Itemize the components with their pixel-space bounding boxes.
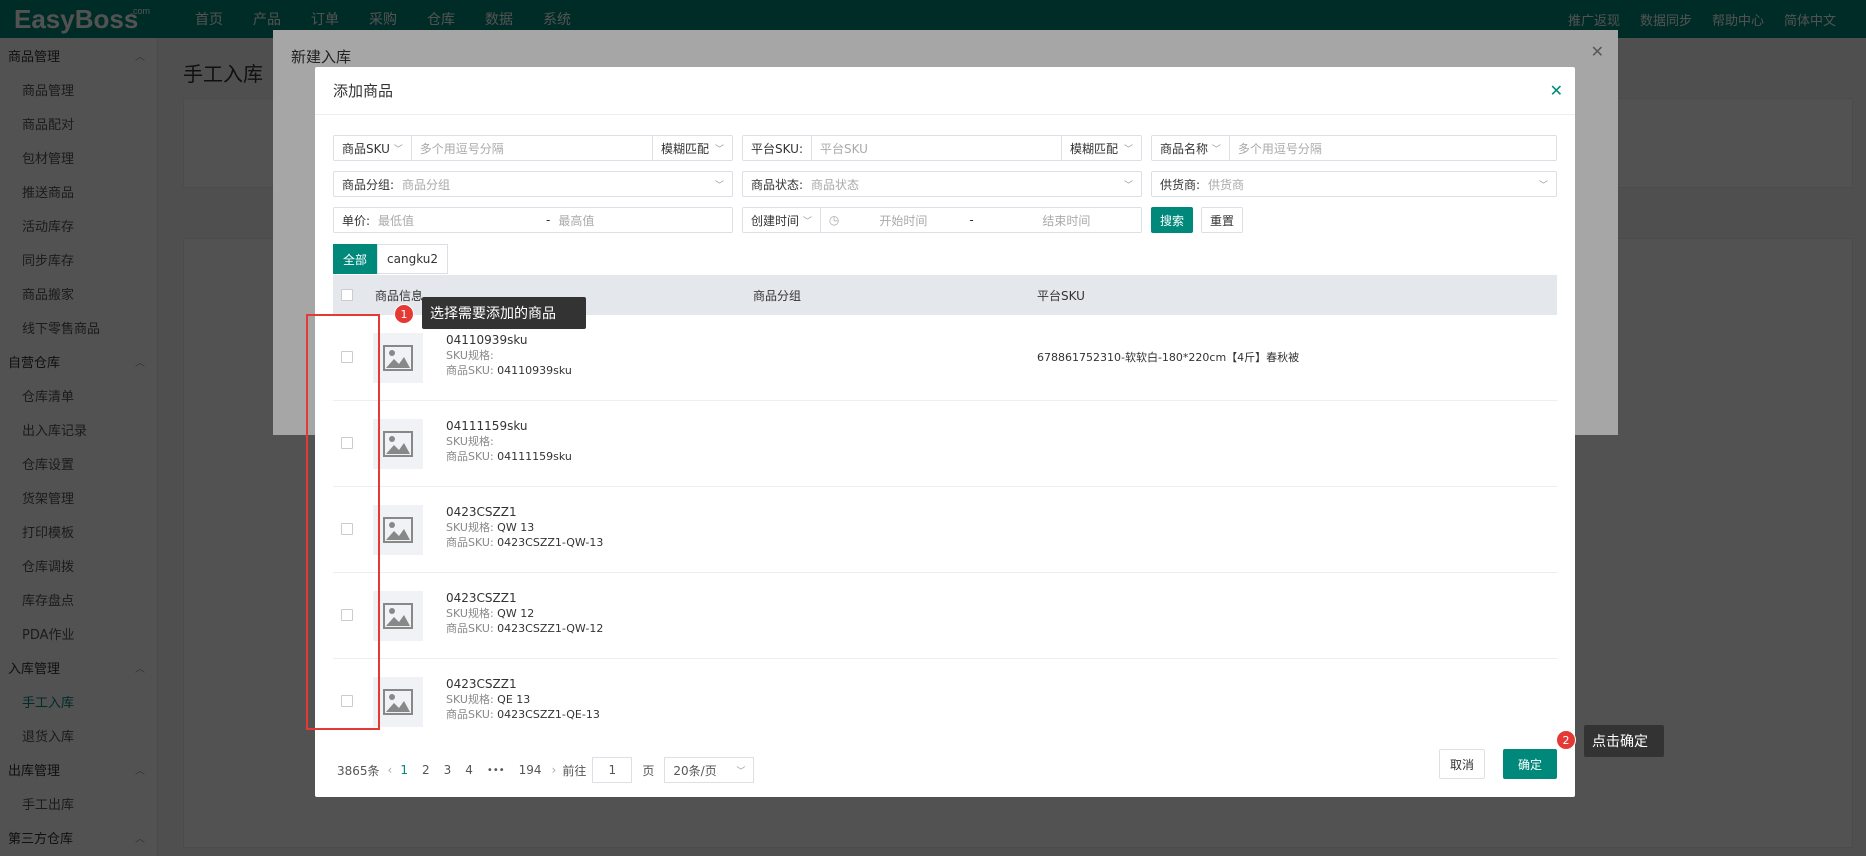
product-sku: 0423CSZZ1-QW-13: [497, 536, 604, 549]
page-number[interactable]: 2: [422, 763, 430, 777]
next-page-icon[interactable]: ›: [552, 763, 557, 777]
time-separator: -: [969, 213, 974, 227]
step-badge-1: 1: [394, 304, 414, 324]
sku-match-select[interactable]: 模糊匹配 ﹀: [651, 136, 732, 160]
tab-cangku2[interactable]: cangku2: [377, 244, 449, 274]
product-name: 0423CSZZ1: [446, 677, 517, 691]
product-info: 0423CSZZ1 SKU规格: QE 13 商品SKU: 0423CSZZ1-…: [446, 677, 600, 721]
page-number-last[interactable]: 194: [519, 763, 542, 777]
image-placeholder-icon: [373, 333, 423, 383]
page-number[interactable]: 3: [444, 763, 452, 777]
platform-sku-input[interactable]: 平台SKU: [812, 140, 1061, 157]
created-time-filter: 创建时间 ﹀ ◷ 开始时间 - 结束时间: [742, 207, 1142, 233]
product-name: 04111159sku: [446, 419, 528, 433]
platform-sku-label: 平台SKU:: [743, 136, 812, 160]
reset-button[interactable]: 重置: [1201, 207, 1243, 233]
price-separator: -: [546, 213, 551, 227]
table-body: 04110939sku SKU规格: 商品SKU: 04110939sku 67…: [315, 315, 1575, 727]
page-number[interactable]: 1: [400, 763, 408, 777]
product-name: 0423CSZZ1: [446, 591, 517, 605]
price-min-input[interactable]: 最低值: [378, 212, 538, 229]
column-product-group: 商品分组: [753, 288, 802, 303]
step-tooltip-1: 选择需要添加的商品: [422, 297, 586, 329]
goto-label: 前往: [562, 763, 587, 778]
chevron-down-icon: ﹀: [1123, 180, 1133, 191]
chevron-down-icon: ﹀: [1538, 180, 1548, 191]
cancel-button[interactable]: 取消: [1439, 749, 1485, 779]
product-group-filter[interactable]: 商品分组: 商品分组 ﹀: [333, 171, 733, 197]
dialog-footer: 3865条 ‹ 1 2 3 4 ••• 194 › 前往 1 页 20条/页 ﹀ …: [315, 735, 1575, 797]
supplier-placeholder: 供货商: [1208, 177, 1245, 192]
clock-icon: ◷: [828, 213, 840, 227]
platform-sku-value: 678861752310-软软白-180*220cm【4斤】春秋被: [1037, 351, 1300, 364]
chevron-down-icon: ﹀: [736, 766, 746, 777]
product-info: 04110939sku SKU规格: 商品SKU: 04110939sku: [446, 333, 572, 377]
page-unit-label: 页: [642, 763, 655, 778]
table-row[interactable]: 04111159sku SKU规格: 商品SKU: 04111159sku: [333, 401, 1557, 487]
image-placeholder-icon: [373, 505, 423, 555]
confirm-button[interactable]: 确定: [1503, 749, 1557, 779]
product-name-filter: 商品名称 ﹀ 多个用逗号分隔: [1151, 135, 1557, 161]
search-button[interactable]: 搜索: [1151, 207, 1193, 233]
sku-type-select[interactable]: 商品SKU ﹀: [334, 136, 412, 160]
select-all-checkbox[interactable]: [341, 289, 353, 301]
price-label: 单价:: [342, 213, 371, 228]
price-max-input[interactable]: 最高值: [558, 212, 732, 229]
warehouse-tabs: 全部 cangku2: [333, 244, 449, 274]
platform-sku-filter: 平台SKU: 平台SKU 模糊匹配 ﹀: [742, 135, 1142, 161]
product-name: 0423CSZZ1: [446, 505, 517, 519]
product-info: 0423CSZZ1 SKU规格: QW 13 商品SKU: 0423CSZZ1-…: [446, 505, 604, 549]
sku-input[interactable]: 多个用逗号分隔: [412, 140, 652, 157]
product-status-filter[interactable]: 商品状态: 商品状态 ﹀: [742, 171, 1142, 197]
dialog-title: 添加商品: [315, 67, 1575, 115]
goto-page-input[interactable]: 1: [592, 757, 633, 783]
product-name-input[interactable]: 多个用逗号分隔: [1230, 140, 1556, 157]
step-badge-2: 2: [1556, 730, 1576, 750]
table-row[interactable]: 0423CSZZ1 SKU规格: QW 12 商品SKU: 0423CSZZ1-…: [333, 573, 1557, 659]
sku-filter: 商品SKU ﹀ 多个用逗号分隔 模糊匹配 ﹀: [333, 135, 733, 161]
product-sku: 0423CSZZ1-QE-13: [497, 708, 600, 721]
product-sku: 0423CSZZ1-QW-12: [497, 622, 604, 635]
image-placeholder-icon: [373, 677, 423, 727]
table-row[interactable]: 0423CSZZ1 SKU规格: QE 13 商品SKU: 0423CSZZ1-…: [333, 659, 1557, 727]
pagination: 3865条 ‹ 1 2 3 4 ••• 194 › 前往 1 页 20条/页 ﹀: [337, 757, 755, 783]
table-row[interactable]: 0423CSZZ1 SKU规格: QW 13 商品SKU: 0423CSZZ1-…: [333, 487, 1557, 573]
product-sku: 04111159sku: [497, 450, 572, 463]
group-placeholder: 商品分组: [402, 177, 451, 192]
group-label: 商品分组:: [342, 177, 395, 192]
product-info: 0423CSZZ1 SKU规格: QW 12 商品SKU: 0423CSZZ1-…: [446, 591, 604, 635]
sku-spec: QW 13: [497, 521, 535, 534]
image-placeholder-icon: [373, 591, 423, 641]
total-count: 3865条: [337, 763, 380, 778]
prev-page-icon[interactable]: ‹: [388, 763, 393, 777]
name-type-select[interactable]: 商品名称 ﹀: [1152, 136, 1230, 160]
close-icon[interactable]: ✕: [1550, 81, 1563, 100]
supplier-filter[interactable]: 供货商: 供货商 ﹀: [1151, 171, 1557, 197]
price-filter: 单价: 最低值 - 最高值: [333, 207, 733, 233]
product-sku: 04110939sku: [497, 364, 572, 377]
sku-spec: QW 12: [497, 607, 535, 620]
supplier-label: 供货商:: [1160, 177, 1201, 192]
status-label: 商品状态:: [751, 177, 804, 192]
product-name: 04110939sku: [446, 333, 528, 347]
checkbox-highlight-box: [306, 314, 380, 730]
image-placeholder-icon: [373, 419, 423, 469]
sku-spec: QE 13: [497, 693, 531, 706]
tab-all[interactable]: 全部: [333, 244, 378, 274]
page-size-select[interactable]: 20条/页 ﹀: [664, 757, 755, 783]
more-pages-icon[interactable]: •••: [487, 765, 505, 776]
page-number[interactable]: 4: [465, 763, 473, 777]
end-time-input[interactable]: 结束时间: [984, 212, 1141, 229]
add-product-dialog: 添加商品 ✕ 商品SKU ﹀ 多个用逗号分隔 模糊匹配 ﹀ 平台SKU: 平台SK…: [315, 67, 1575, 797]
status-placeholder: 商品状态: [811, 177, 860, 192]
chevron-down-icon: ﹀: [714, 180, 724, 191]
product-info: 04111159sku SKU规格: 商品SKU: 04111159sku: [446, 419, 572, 463]
platform-match-select[interactable]: 模糊匹配 ﹀: [1060, 136, 1141, 160]
start-time-input[interactable]: 开始时间: [839, 212, 959, 229]
column-platform-sku: 平台SKU: [1037, 288, 1085, 303]
column-product-info: 商品信息: [375, 288, 424, 303]
step-tooltip-2: 点击确定: [1584, 725, 1664, 757]
time-type-select[interactable]: 创建时间 ﹀: [743, 208, 821, 232]
